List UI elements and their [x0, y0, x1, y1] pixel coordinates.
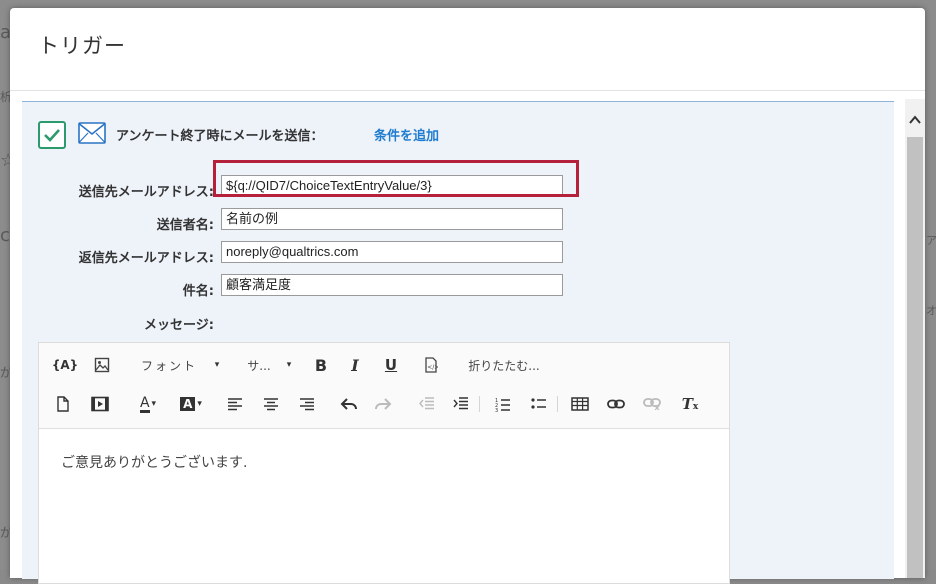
link-icon [607, 399, 625, 409]
table-icon [571, 397, 589, 411]
new-document-button[interactable] [53, 394, 73, 414]
underline-button[interactable]: U [381, 355, 401, 375]
chevron-up-icon[interactable] [908, 113, 922, 127]
bold-button[interactable]: B [311, 355, 331, 375]
insert-media-button[interactable] [89, 394, 111, 414]
unlink-icon [643, 398, 661, 410]
modal-scrollbar[interactable] [905, 99, 925, 578]
undo-icon [340, 398, 357, 410]
background-text: オ [926, 304, 936, 317]
redo-icon [375, 398, 392, 410]
trigger-label: アンケート終了時にメールを送信： [116, 129, 324, 144]
clear-formatting-icon: Tx [681, 395, 699, 413]
align-right-icon [300, 398, 314, 411]
image-icon [94, 357, 110, 373]
modal-header: トリガー [10, 8, 925, 91]
toolbar-separator [557, 396, 558, 412]
svg-text:3: 3 [495, 408, 498, 412]
numbered-list-button[interactable]: 123 [493, 394, 513, 414]
reply-to-label: 返信先メールアドレス: [78, 251, 214, 266]
background-text: ア [926, 234, 936, 247]
align-center-button[interactable] [261, 394, 281, 414]
check-icon [44, 129, 60, 142]
background-color-button[interactable]: A ▾ [175, 394, 207, 414]
indent-icon [453, 397, 468, 410]
size-dropdown-arrow[interactable]: ▾ [283, 355, 295, 375]
outdent-icon [419, 397, 434, 410]
piped-text-button[interactable]: {A} [52, 355, 78, 375]
message-editor: {A} フォント ▾ サ... ▾ B I U </> 折りたたむ... A ▾… [38, 342, 730, 584]
trigger-content: アンケート終了時にメールを送信： 条件を追加 送信先メールアドレス: ${q:/… [22, 101, 894, 584]
text-color-icon: A [139, 394, 150, 413]
message-label: メッセージ: [144, 318, 214, 333]
table-button[interactable] [569, 394, 591, 414]
to-email-highlight [213, 160, 579, 197]
font-dropdown-arrow[interactable]: ▾ [211, 355, 223, 375]
bullet-list-icon [531, 398, 546, 409]
source-button[interactable]: </> [421, 355, 441, 375]
editor-toolbar: {A} フォント ▾ サ... ▾ B I U </> 折りたたむ... A ▾… [39, 343, 729, 429]
collapse-toolbar-button[interactable]: 折りたたむ... [459, 355, 549, 375]
trigger-modal: トリガー アンケート終了時にメールを送信： 条件を追加 送信先メールアドレス: … [10, 8, 925, 584]
link-button[interactable] [605, 394, 627, 414]
align-left-icon [228, 398, 242, 411]
align-left-button[interactable] [225, 394, 245, 414]
text-color-button[interactable]: A ▾ [133, 394, 163, 414]
document-icon [57, 396, 69, 412]
bullet-list-button[interactable] [529, 394, 549, 414]
from-name-label: 送信者名: [156, 218, 214, 233]
align-center-icon [264, 398, 278, 411]
send-email-checkbox[interactable] [38, 121, 66, 149]
subject-input[interactable]: 顧客満足度 [221, 274, 563, 296]
numbered-list-icon: 123 [495, 398, 510, 412]
clear-formatting-button[interactable]: Tx [679, 394, 701, 414]
undo-button[interactable] [339, 394, 359, 414]
subject-label: 件名: [182, 284, 214, 299]
insert-image-button[interactable] [91, 355, 113, 375]
font-dropdown[interactable]: フォント [139, 355, 199, 375]
svg-text:</>: </> [427, 364, 438, 371]
scrollbar-thumb[interactable] [907, 137, 923, 578]
add-condition-link[interactable]: 条件を追加 [374, 125, 439, 144]
from-name-input[interactable]: 名前の例 [221, 208, 563, 230]
unlink-button[interactable] [641, 394, 663, 414]
video-icon [91, 396, 109, 412]
toolbar-separator [479, 396, 480, 412]
italic-button[interactable]: I [345, 355, 365, 375]
reply-to-input[interactable]: noreply@qualtrics.com [221, 241, 563, 263]
indent-button[interactable] [451, 394, 471, 414]
to-email-label: 送信先メールアドレス: [78, 185, 214, 200]
background-color-icon: A [180, 397, 196, 411]
source-icon: </> [425, 357, 438, 373]
align-right-button[interactable] [297, 394, 317, 414]
modal-title: トリガー [38, 34, 126, 58]
message-body[interactable]: ご意見ありがとうございます. [61, 452, 247, 472]
outdent-button[interactable] [417, 394, 437, 414]
mail-icon [78, 122, 106, 144]
redo-button[interactable] [373, 394, 393, 414]
size-dropdown[interactable]: サ... [239, 355, 279, 375]
